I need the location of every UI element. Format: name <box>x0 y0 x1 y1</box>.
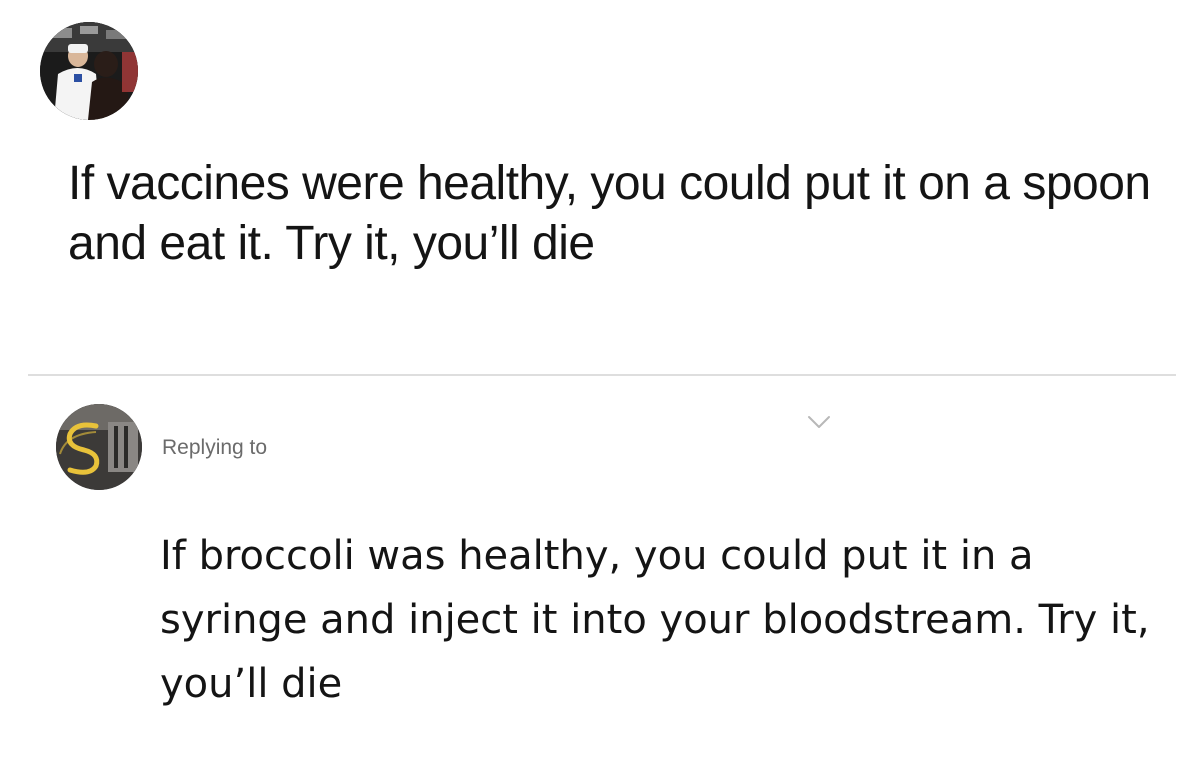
original-tweet: If vaccines were healthy, you could put … <box>0 0 1200 372</box>
reply-avatar[interactable] <box>56 404 142 490</box>
reply-tweet: Replying to If broccoli was healthy, you… <box>0 376 1200 784</box>
chevron-down-icon[interactable] <box>806 412 832 432</box>
original-avatar[interactable] <box>40 22 138 120</box>
user-avatar-icon <box>40 22 138 120</box>
replying-to-label: Replying to <box>162 436 268 459</box>
original-tweet-text: If vaccines were healthy, you could put … <box>68 157 1151 270</box>
user-avatar-icon <box>56 404 142 490</box>
reply-tweet-text: If broccoli was healthy, you could put i… <box>160 533 1150 707</box>
